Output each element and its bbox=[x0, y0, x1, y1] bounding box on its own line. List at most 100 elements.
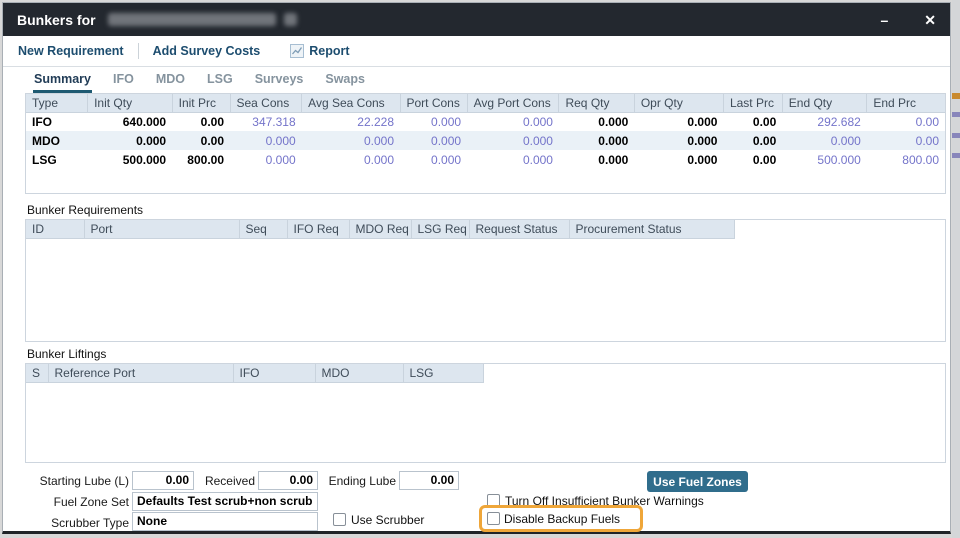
cell: 0.000 bbox=[559, 150, 634, 169]
table-row[interactable]: IFO 640.000 0.00 347.318 22.228 0.000 0.… bbox=[26, 112, 945, 131]
title-bar[interactable]: Bunkers for – ✕ bbox=[3, 3, 950, 36]
report-chart-icon bbox=[290, 44, 304, 58]
column-header[interactable]: LSG Req bbox=[411, 220, 469, 238]
bunker-requirements-table: ID Port Seq IFO Req MDO Req LSG Req Requ… bbox=[25, 219, 946, 342]
column-header[interactable]: S bbox=[26, 364, 48, 382]
vessel-name-redacted bbox=[108, 13, 276, 26]
cell: 0.000 bbox=[400, 150, 467, 169]
use-scrubber-label: Use Scrubber bbox=[351, 513, 424, 528]
column-header[interactable]: Sea Cons bbox=[230, 94, 302, 112]
cell: 0.000 bbox=[467, 150, 559, 169]
fuel-zone-set-input[interactable]: Defaults Test scrub+non scrub bbox=[132, 492, 318, 511]
close-icon[interactable]: ✕ bbox=[924, 13, 936, 27]
liftings-header-row: S Reference Port IFO MDO LSG bbox=[26, 364, 945, 382]
column-header[interactable]: Avg Sea Cons bbox=[302, 94, 400, 112]
cell: 0.000 bbox=[634, 150, 723, 169]
column-header[interactable]: Request Status bbox=[469, 220, 569, 238]
column-header[interactable]: MDO Req bbox=[349, 220, 411, 238]
received-input[interactable]: 0.00 bbox=[258, 471, 318, 490]
column-header[interactable]: Type bbox=[26, 94, 88, 112]
requirements-header-row: ID Port Seq IFO Req MDO Req LSG Req Requ… bbox=[26, 220, 945, 238]
ending-lube-input[interactable]: 0.00 bbox=[399, 471, 459, 490]
toolbar-separator bbox=[138, 43, 139, 59]
cell: 0.000 bbox=[302, 131, 400, 150]
use-scrubber-checkbox[interactable] bbox=[333, 513, 346, 526]
tab-ifo[interactable]: IFO bbox=[112, 72, 135, 93]
column-header[interactable]: IFO Req bbox=[287, 220, 349, 238]
bunker-requirements-label: Bunker Requirements bbox=[27, 203, 143, 217]
cell: 0.000 bbox=[634, 112, 723, 131]
column-header[interactable]: Avg Port Cons bbox=[467, 94, 559, 112]
column-header[interactable]: MDO bbox=[315, 364, 403, 382]
cell: 0.000 bbox=[302, 150, 400, 169]
new-requirement-button[interactable]: New Requirement bbox=[18, 44, 124, 58]
column-header[interactable]: Last Prc bbox=[723, 94, 782, 112]
report-button[interactable]: Report bbox=[290, 44, 349, 58]
column-header[interactable]: Init Prc bbox=[172, 94, 230, 112]
tab-swaps[interactable]: Swaps bbox=[324, 72, 366, 93]
column-header[interactable]: End Qty bbox=[782, 94, 867, 112]
cell: 292.682 bbox=[782, 112, 867, 131]
column-header[interactable]: Opr Qty bbox=[634, 94, 723, 112]
column-header[interactable]: Req Qty bbox=[559, 94, 634, 112]
column-header[interactable]: Reference Port bbox=[48, 364, 233, 382]
tab-mdo[interactable]: MDO bbox=[155, 72, 186, 93]
vessel-name-redacted-2 bbox=[284, 13, 297, 26]
bunker-liftings-label: Bunker Liftings bbox=[27, 347, 106, 361]
table-row[interactable]: LSG 500.000 800.00 0.000 0.000 0.000 0.0… bbox=[26, 150, 945, 169]
summary-header-row: Type Init Qty Init Prc Sea Cons Avg Sea … bbox=[26, 94, 945, 112]
scrubber-type-label: Scrubber Type bbox=[23, 514, 129, 533]
background-window-sliver bbox=[952, 0, 960, 538]
header-filler bbox=[483, 364, 945, 382]
cell: 500.000 bbox=[88, 150, 173, 169]
cell: 0.00 bbox=[723, 150, 782, 169]
tab-summary[interactable]: Summary bbox=[33, 72, 92, 93]
cell: 0.000 bbox=[88, 131, 173, 150]
cell: 0.000 bbox=[230, 131, 302, 150]
bunkers-dialog: Bunkers for – ✕ New Requirement Add Surv… bbox=[2, 2, 951, 534]
cell: 0.000 bbox=[467, 131, 559, 150]
column-header[interactable]: LSG bbox=[403, 364, 483, 382]
column-header[interactable]: IFO bbox=[233, 364, 315, 382]
report-label: Report bbox=[309, 44, 349, 58]
header-filler bbox=[734, 220, 945, 238]
column-header[interactable]: ID bbox=[26, 220, 84, 238]
starting-lube-input[interactable]: 0.00 bbox=[132, 471, 194, 490]
column-header[interactable]: Procurement Status bbox=[569, 220, 734, 238]
dialog-title: Bunkers for bbox=[17, 12, 96, 28]
cell-type: IFO bbox=[26, 112, 88, 131]
cell: 0.000 bbox=[559, 112, 634, 131]
scrubber-type-input[interactable]: None bbox=[132, 512, 318, 531]
cell: 347.318 bbox=[230, 112, 302, 131]
column-header[interactable]: End Prc bbox=[867, 94, 945, 112]
tab-lsg[interactable]: LSG bbox=[206, 72, 234, 93]
table-row[interactable]: MDO 0.000 0.00 0.000 0.000 0.000 0.000 0… bbox=[26, 131, 945, 150]
cell-type: LSG bbox=[26, 150, 88, 169]
column-header[interactable]: Init Qty bbox=[88, 94, 173, 112]
cell: 0.00 bbox=[172, 131, 230, 150]
summary-table: Type Init Qty Init Prc Sea Cons Avg Sea … bbox=[25, 93, 946, 194]
column-header[interactable]: Seq bbox=[239, 220, 287, 238]
cell: 0.000 bbox=[467, 112, 559, 131]
minimize-icon[interactable]: – bbox=[880, 13, 888, 27]
toolbar: New Requirement Add Survey Costs Report bbox=[3, 36, 950, 67]
cell: 0.000 bbox=[559, 131, 634, 150]
disable-backup-fuels-highlight: Disable Backup Fuels bbox=[479, 505, 643, 532]
column-header[interactable]: Port bbox=[84, 220, 239, 238]
starting-lube-label: Starting Lube (L) bbox=[23, 472, 129, 491]
cell: 0.000 bbox=[782, 131, 867, 150]
disable-backup-fuels-label: Disable Backup Fuels bbox=[504, 512, 620, 526]
cell: 0.00 bbox=[867, 131, 945, 150]
add-survey-costs-button[interactable]: Add Survey Costs bbox=[153, 44, 261, 58]
cell: 0.00 bbox=[723, 131, 782, 150]
cell: 0.00 bbox=[172, 112, 230, 131]
received-label: Received bbox=[199, 472, 255, 491]
tab-bar: Summary IFO MDO LSG Surveys Swaps bbox=[33, 72, 366, 93]
cell: 22.228 bbox=[302, 112, 400, 131]
fuel-zone-set-label: Fuel Zone Set bbox=[23, 493, 129, 512]
column-header[interactable]: Port Cons bbox=[400, 94, 467, 112]
tab-surveys[interactable]: Surveys bbox=[254, 72, 305, 93]
disable-backup-fuels-checkbox[interactable] bbox=[487, 512, 500, 525]
cell: 0.000 bbox=[400, 112, 467, 131]
use-fuel-zones-button[interactable]: Use Fuel Zones bbox=[647, 471, 748, 492]
